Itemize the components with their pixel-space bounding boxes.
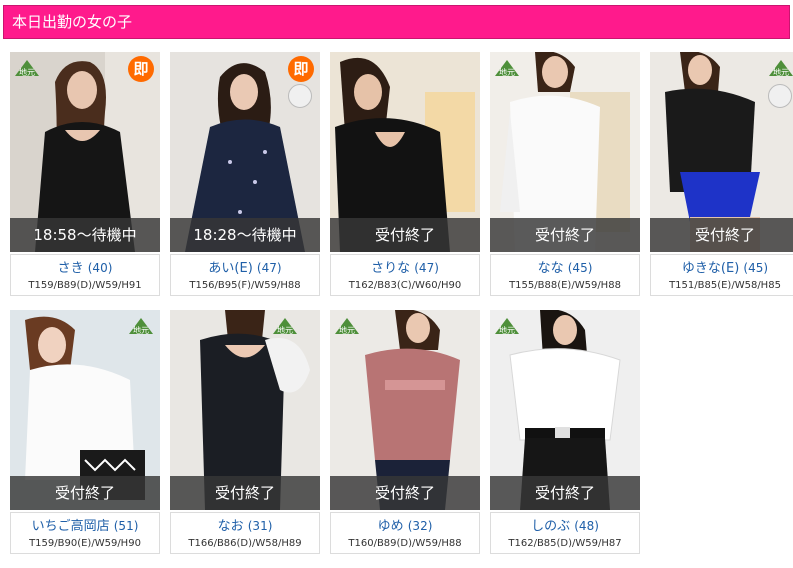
girl-age: (47) — [414, 261, 439, 275]
jimoto-label: 地元 — [339, 325, 355, 335]
jimoto-icon: 地元 — [494, 316, 520, 338]
girl-age: (47) — [256, 261, 282, 275]
jimoto-icon: 地元 — [494, 58, 520, 80]
girl-measurements: T155/B88(E)/W59/H88 — [509, 280, 621, 291]
section-title: 本日出勤の女の子 — [12, 13, 133, 31]
status-label: 受付終了 — [10, 476, 160, 510]
jimoto-label: 地元 — [499, 67, 515, 77]
jimoto-icon: 地元 — [768, 58, 793, 80]
girl-card-ichigo[interactable]: 地元 受付終了 いちご高岡店 (51) T159/B90(E)/W59/H90 — [10, 310, 160, 554]
section-header: 本日出勤の女の子 — [3, 5, 790, 39]
girl-age: (40) — [87, 261, 113, 275]
girl-name[interactable]: さりな — [371, 261, 410, 276]
soku-icon: 即 — [288, 56, 314, 82]
jimoto-icon: 地元 — [128, 316, 154, 338]
profile-info[interactable]: あい(E) (47) T156/B95(F)/W59/H88 — [170, 254, 320, 296]
girl-name[interactable]: あい(E) — [208, 261, 252, 276]
jimoto-label: 地元 — [277, 325, 293, 335]
girl-measurements: T162/B83(C)/W60/H90 — [348, 280, 462, 291]
status-label: 受付終了 — [170, 476, 320, 510]
jimoto-icon: 地元 — [334, 316, 360, 338]
status-label: 受付終了 — [330, 218, 480, 252]
jimoto-icon: 地元 — [14, 58, 40, 80]
status-label: 18:58～待機中 — [10, 218, 160, 252]
girl-card-nao[interactable]: 地元 受付終了 なお (31) T166/B86(D)/W58/H89 — [170, 310, 320, 554]
profile-info[interactable]: いちご高岡店 (51) T159/B90(E)/W59/H90 — [10, 512, 160, 554]
girl-card-yume[interactable]: 地元 受付終了 ゆめ (32) T160/B89(D)/W59/H88 — [330, 310, 480, 554]
profile-info[interactable]: ゆきな(E) (45) T151/B85(E)/W58/H85 — [650, 254, 793, 296]
profile-info[interactable]: なお (31) T166/B86(D)/W58/H89 — [170, 512, 320, 554]
status-label: 受付終了 — [650, 218, 793, 252]
girl-card-yukina[interactable]: 地元 受付終了 ゆきな(E) (45) T151/B85(E)/W58/H85 — [650, 52, 793, 296]
girl-age: (51) — [113, 519, 139, 533]
girl-name[interactable]: さき — [58, 261, 84, 276]
soku-icon: 即 — [128, 56, 154, 82]
girl-measurements: T162/B85(D)/W59/H87 — [508, 538, 622, 549]
girl-card-sarina[interactable]: 受付終了 さりな (47) T162/B83(C)/W60/H90 — [330, 52, 480, 296]
jimoto-label: 地元 — [19, 67, 35, 77]
girl-age: (48) — [574, 519, 599, 533]
girl-name[interactable]: しのぶ — [531, 519, 570, 534]
girl-measurements: T160/B89(D)/W59/H88 — [348, 538, 462, 549]
jimoto-label: 地元 — [133, 325, 149, 335]
profile-info[interactable]: さりな (47) T162/B83(C)/W60/H90 — [330, 254, 480, 296]
girl-name[interactable]: ゆきな(E) — [682, 261, 739, 276]
girl-measurements: T156/B95(F)/W59/H88 — [189, 280, 301, 291]
girl-name[interactable]: いちご高岡店 — [32, 519, 110, 534]
status-label: 受付終了 — [490, 218, 640, 252]
profile-info[interactable]: なな (45) T155/B88(E)/W59/H88 — [490, 254, 640, 296]
girl-card-shinobu[interactable]: 地元 受付終了 しのぶ (48) T162/B85(D)/W59/H87 — [490, 310, 640, 554]
status-label: 18:28～待機中 — [170, 218, 320, 252]
jimoto-label: 地元 — [773, 67, 789, 77]
status-label: 受付終了 — [330, 476, 480, 510]
status-label: 受付終了 — [490, 476, 640, 510]
girl-age: (31) — [247, 519, 273, 533]
girl-age: (32) — [407, 519, 433, 533]
girl-measurements: T151/B85(E)/W58/H85 — [669, 280, 781, 291]
profile-info[interactable]: ゆめ (32) T160/B89(D)/W59/H88 — [330, 512, 480, 554]
girl-measurements: T159/B89(D)/W59/H91 — [28, 280, 142, 291]
girl-age: (45) — [567, 261, 593, 275]
girl-measurements: T166/B86(D)/W58/H89 — [188, 538, 302, 549]
jimoto-icon: 地元 — [272, 316, 298, 338]
girl-age: (45) — [743, 261, 769, 275]
girl-name[interactable]: なお — [218, 519, 244, 534]
girl-name[interactable]: ゆめ — [378, 519, 404, 534]
girl-measurements: T159/B90(E)/W59/H90 — [29, 538, 141, 549]
girl-card-saki[interactable]: 地元 即 18:58～待機中 さき (40) T159/B89(D)/W59/H… — [10, 52, 160, 296]
economy-icon — [288, 84, 312, 108]
economy-icon — [768, 84, 792, 108]
jimoto-label: 地元 — [499, 325, 515, 335]
profile-info[interactable]: しのぶ (48) T162/B85(D)/W59/H87 — [490, 512, 640, 554]
girl-card-ai[interactable]: 即 18:28～待機中 あい(E) (47) T156/B95(F)/W59/H… — [170, 52, 320, 296]
girl-card-nana[interactable]: 地元 受付終了 なな (45) T155/B88(E)/W59/H88 — [490, 52, 640, 296]
girl-name[interactable]: なな — [538, 261, 564, 276]
profile-info[interactable]: さき (40) T159/B89(D)/W59/H91 — [10, 254, 160, 296]
